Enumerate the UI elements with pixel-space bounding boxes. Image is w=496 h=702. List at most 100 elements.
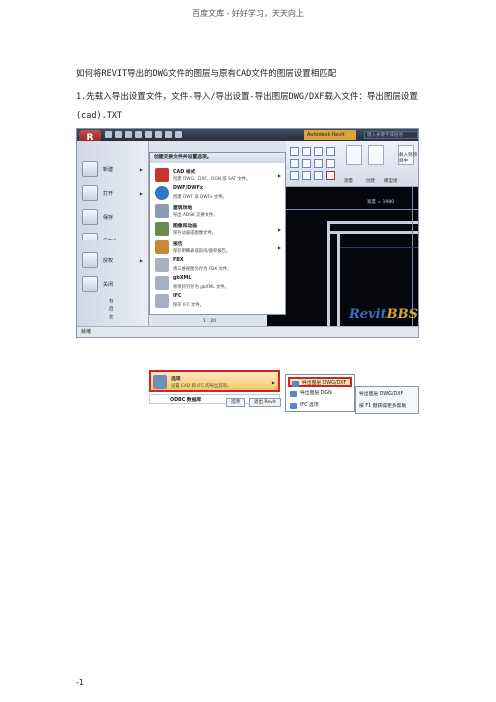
menu-item-title: DWF/DWFx <box>173 186 203 191</box>
revitbbs-logo: RevitBBS <box>349 307 418 322</box>
menu-item-title: IFC <box>173 294 182 299</box>
measure-icon[interactable] <box>145 131 152 138</box>
grid-line <box>412 187 413 327</box>
options-submenu: 导出图层 DWG/DXF 导出图层 DGN IFC 选项 <box>285 374 355 412</box>
image-icon <box>155 222 169 236</box>
left-panel-lower: 授权 ▶ 关闭 右 后 左 <box>76 240 148 326</box>
options-button[interactable]: 选项 <box>226 398 245 407</box>
tooltip-title: 导出图层 DWG/DXF <box>359 392 404 397</box>
quick-access-toolbar <box>105 131 182 139</box>
nav-open[interactable]: 打开 ▶ <box>82 181 146 205</box>
menu-item-options[interactable]: 选项 设置 CAD 和 IFC 的导出选项。 ▶ <box>149 370 280 392</box>
wrench-icon <box>153 375 167 389</box>
nav-save[interactable]: 保存 <box>82 205 146 229</box>
layers-icon <box>290 391 297 397</box>
tooltip-popup: 导出图层 DWG/DXF 按 F1 键获得更多帮助 <box>355 386 419 414</box>
arrow-right-icon: ▶ <box>271 380 275 385</box>
section-icon[interactable] <box>175 131 182 138</box>
menu-item-desc: 保存 IFC 文件。 <box>173 303 204 308</box>
menu-item-desc: 设置 CAD 和 IFC 的导出选项。 <box>171 384 232 389</box>
page-header: 百度文库 - 好好学习，天天向上 <box>192 9 304 18</box>
rotate-icon[interactable] <box>302 159 311 168</box>
mirror-icon[interactable] <box>314 147 323 156</box>
tree-item[interactable]: 左 <box>109 314 114 320</box>
menu-item-title: ODBC 数据库 <box>170 398 202 403</box>
offset-icon[interactable] <box>302 147 311 156</box>
menu-item-desc: 保存明细表或房间/面积报告。 <box>173 249 231 254</box>
split-icon[interactable] <box>326 159 335 168</box>
menu-item-desc: 将项目另存为 gbXML 文件。 <box>173 285 229 290</box>
arrow-right-icon: ▶ <box>277 173 281 178</box>
ribbon-label-measure: 测量 <box>344 179 353 184</box>
3d-view-icon[interactable] <box>165 131 172 138</box>
submenu-export-layers-dwg[interactable]: 导出图层 DWG/DXF <box>288 377 352 387</box>
nav-label: 打开 <box>103 190 114 197</box>
save-icon <box>82 209 98 225</box>
dimension-line <box>267 209 418 210</box>
key-icon <box>82 252 98 268</box>
gbxml-icon <box>155 276 169 290</box>
submenu-label: 导出图层 DGN <box>300 391 332 396</box>
create-icon[interactable] <box>368 145 384 165</box>
status-text: 就绪 <box>81 329 92 335</box>
menu-item-title: 图像和动画 <box>173 224 197 229</box>
copy-icon[interactable] <box>290 159 299 168</box>
menu-footer: 选项 退出 Revit <box>226 398 281 407</box>
wall-left <box>327 221 330 327</box>
move-icon[interactable] <box>326 147 335 156</box>
nav-new[interactable]: 新建 ▶ <box>82 157 146 181</box>
save-icon[interactable] <box>105 131 112 138</box>
tree-item[interactable]: 右 <box>109 298 114 304</box>
title-bar: Autodesk Revit 键入关键字或短语 <box>77 129 418 141</box>
arrow-right-icon: ▶ <box>277 245 281 250</box>
submenu-export-layers-dgn[interactable]: 导出图层 DGN <box>288 389 352 399</box>
menu-item-title: gbXML <box>173 276 192 281</box>
submenu-ifc-options[interactable]: IFC 选项 <box>288 401 352 411</box>
menu-item-ifc[interactable]: IFC 保存 IFC 文件。 <box>153 291 284 313</box>
cad-icon <box>155 168 169 182</box>
array-icon[interactable] <box>290 171 299 180</box>
wall-left-inner <box>337 231 340 327</box>
close-icon <box>82 276 98 292</box>
step-1-text: 1.先载入导出设置文件，文件-导入/导出设置-导出图层DWG/DXF载入文件：导… <box>76 92 418 121</box>
arrow-right-icon: ▶ <box>139 166 143 172</box>
nav-license[interactable]: 授权 ▶ <box>82 248 146 272</box>
ifc-icon <box>155 294 169 308</box>
redo-icon[interactable] <box>125 131 132 138</box>
measure-icon[interactable] <box>346 145 362 165</box>
ribbon-label-create: 创建 <box>366 179 375 184</box>
menu-item-title: 报告 <box>173 242 183 247</box>
undo-icon[interactable] <box>115 131 122 138</box>
submenu-label: IFC 选项 <box>300 403 319 408</box>
text-icon[interactable] <box>155 131 162 138</box>
arrow-right-icon: ▶ <box>139 257 143 263</box>
status-bar: 就绪 <box>76 326 419 338</box>
ribbon-label-group: 模型组 <box>384 179 398 184</box>
exit-revit-button[interactable]: 退出 Revit <box>249 398 281 407</box>
align-icon[interactable] <box>290 147 299 156</box>
scale-icon[interactable] <box>302 171 311 180</box>
open-icon <box>82 185 98 201</box>
delete-icon[interactable] <box>326 171 335 180</box>
menu-item-title: 选项 <box>171 377 181 382</box>
tooltip-help: 按 F1 键获得更多帮助 <box>359 404 407 409</box>
menu-item-desc: 创建 DWF 或 DWFx 文件。 <box>173 195 227 200</box>
wall-inner <box>327 231 418 234</box>
trim-icon[interactable] <box>314 159 323 168</box>
reference-line <box>340 247 418 248</box>
view-scale[interactable]: 1 : 20 <box>203 319 216 324</box>
load-into-project-label: 载入到项目中 <box>399 153 417 164</box>
intro-text: 如何将REVIT导出的DWG文件的图层与原有CAD文件的图层设置相匹配 <box>76 69 337 79</box>
print-icon[interactable] <box>135 131 142 138</box>
dimension-label: 宽度 = 1980 <box>367 200 395 205</box>
arrow-right-icon: ▶ <box>139 190 143 196</box>
menu-item-title: 建筑场地 <box>173 206 193 211</box>
pin-icon[interactable] <box>314 171 323 180</box>
submenu-label: 导出图层 DWG/DXF <box>302 381 347 386</box>
drawing-canvas[interactable]: 宽度 = 1980 RevitBBS <box>267 187 418 327</box>
nav-close[interactable]: 关闭 <box>82 272 146 296</box>
tree-item[interactable]: 后 <box>109 306 114 312</box>
ifc-icon <box>290 403 297 409</box>
menu-item-title: FBX <box>173 258 184 263</box>
search-input[interactable]: 键入关键字或短语 <box>364 131 418 139</box>
